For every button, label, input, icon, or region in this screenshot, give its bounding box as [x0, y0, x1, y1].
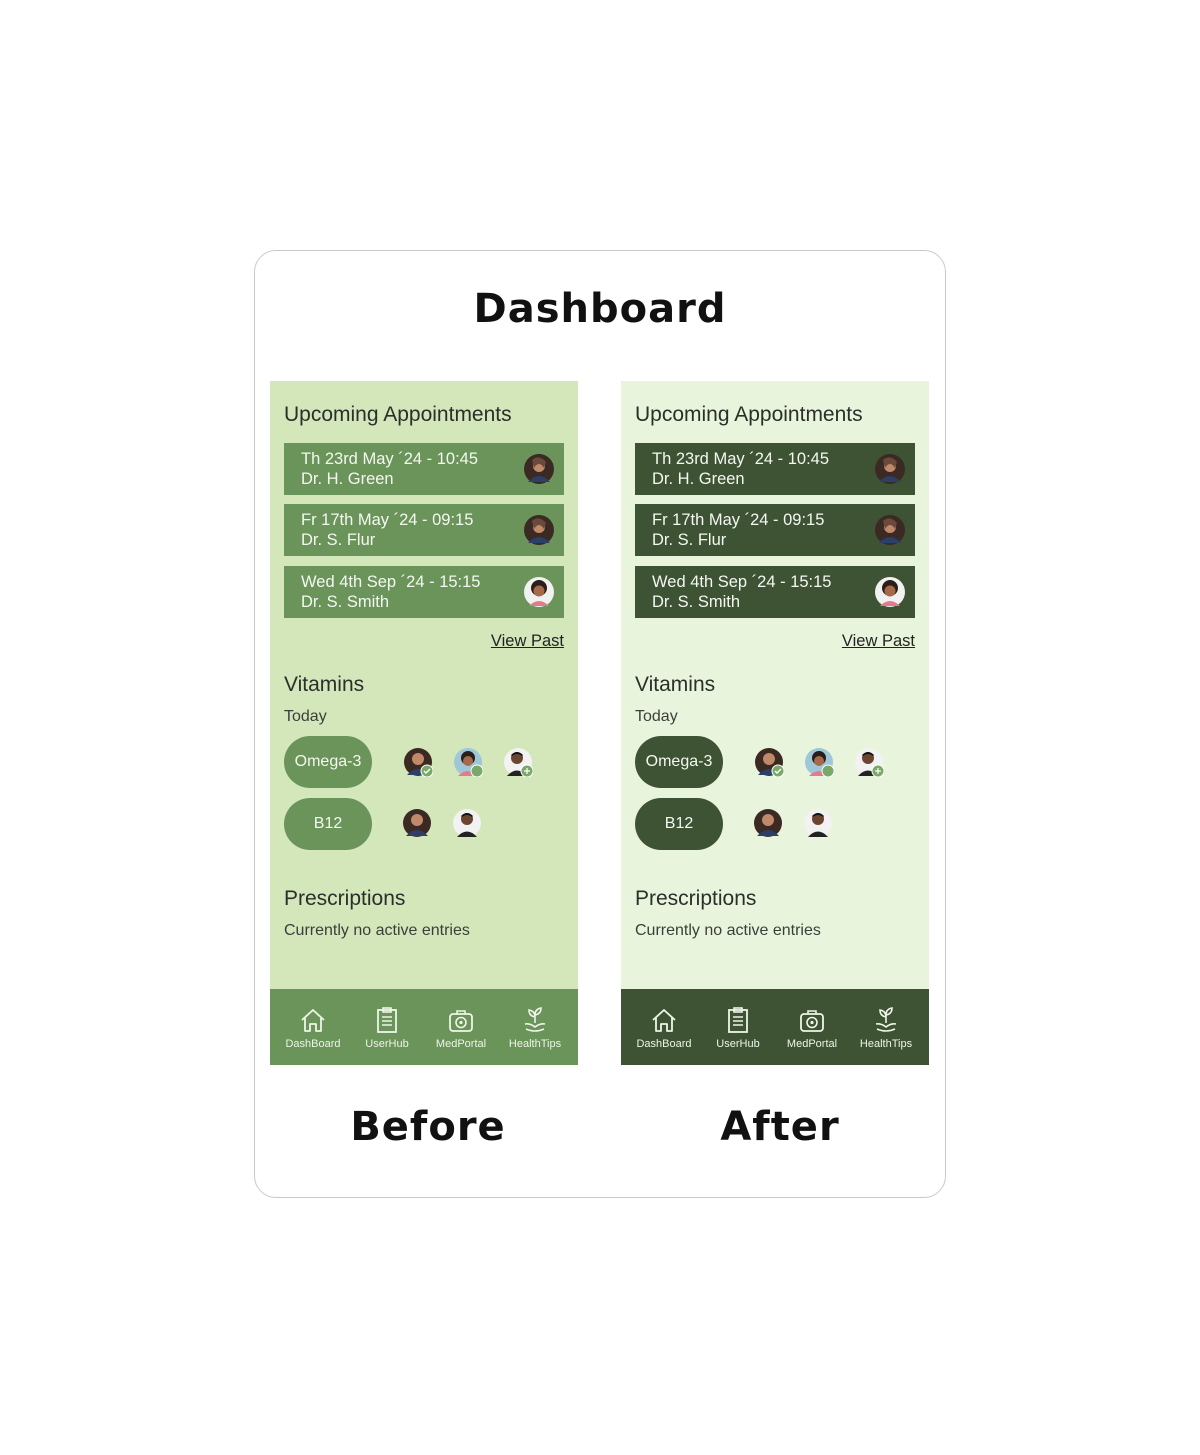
user-avatar-icon — [754, 809, 782, 837]
clipboard-icon — [377, 1006, 397, 1033]
plant-hand-icon — [524, 1006, 546, 1032]
prescriptions-empty-text: Currently no active entries — [284, 922, 470, 939]
nav-item-healthtips[interactable]: HealthTips — [851, 1005, 921, 1050]
home-icon — [301, 1008, 325, 1032]
appointment-card[interactable]: Th 23rd May ´24 - 10:45 Dr. H. Green — [635, 443, 915, 495]
appointment-card[interactable]: Wed 4th Sep ´24 - 15:15 Dr. S. Smith — [284, 566, 564, 618]
bottom-nav: DashBoard UserHub MedPortal HealthTips — [621, 989, 929, 1065]
doctor-avatar-icon — [875, 454, 905, 484]
appointments-title: Upcoming Appointments — [284, 403, 512, 426]
nav-label: MedPortal — [786, 1037, 838, 1050]
view-past-link[interactable]: View Past — [491, 632, 564, 651]
home-icon — [652, 1008, 676, 1032]
nav-item-dashboard[interactable]: DashBoard — [278, 1005, 348, 1050]
medical-kit-icon — [449, 1009, 473, 1032]
appointment-card[interactable]: Th 23rd May ´24 - 10:45 Dr. H. Green — [284, 443, 564, 495]
vitamin-pill-b12[interactable]: B12 — [284, 798, 372, 850]
medical-kit-icon — [800, 1009, 824, 1032]
user-avatar-icon — [805, 748, 834, 777]
view-past-link[interactable]: View Past — [842, 632, 915, 651]
doctor-avatar-icon — [875, 577, 905, 607]
dashboard-content: Upcoming Appointments Th 23rd May ´24 - … — [621, 381, 929, 989]
nav-label: DashBoard — [636, 1037, 692, 1050]
nav-label: HealthTips — [859, 1037, 913, 1050]
page-title: Dashboard — [473, 286, 727, 332]
doctor-avatar-icon — [524, 454, 554, 484]
nav-label: MedPortal — [435, 1037, 487, 1050]
prescriptions-title: Prescriptions — [635, 887, 757, 910]
nav-item-medportal[interactable]: MedPortal — [777, 1005, 847, 1050]
nav-item-medportal[interactable]: MedPortal — [426, 1005, 496, 1050]
phone-screen-after: Upcoming Appointments Th 23rd May ´24 - … — [621, 381, 929, 1065]
nav-label: HealthTips — [508, 1037, 562, 1050]
vitamin-pill-b12[interactable]: B12 — [635, 798, 723, 850]
doctor-avatar-icon — [524, 577, 554, 607]
variant-label-after: After — [720, 1104, 840, 1150]
bottom-nav: DashBoard UserHub MedPortal HealthTips — [270, 989, 578, 1065]
nav-item-dashboard[interactable]: DashBoard — [629, 1005, 699, 1050]
nav-item-userhub[interactable]: UserHub — [703, 1005, 773, 1050]
nav-label: UserHub — [365, 1037, 409, 1050]
prescriptions-empty-text: Currently no active entries — [635, 922, 821, 939]
nav-label: DashBoard — [285, 1037, 341, 1050]
doctor-avatar-icon — [524, 515, 554, 545]
nav-item-userhub[interactable]: UserHub — [352, 1005, 422, 1050]
vitamins-title: Vitamins — [284, 673, 365, 696]
user-avatar-icon — [804, 809, 832, 837]
phone-screen-before: Upcoming Appointments Th 23rd May ´24 - … — [270, 381, 578, 1065]
dashboard-content: Upcoming Appointments Th 23rd May ´24 - … — [270, 381, 578, 989]
prescriptions-title: Prescriptions — [284, 887, 406, 910]
vitamins-subtitle: Today — [635, 708, 678, 725]
user-avatar-icon — [755, 748, 784, 777]
plant-hand-icon — [875, 1006, 897, 1032]
clipboard-icon — [728, 1006, 748, 1033]
user-avatar-icon — [404, 748, 433, 777]
nav-item-healthtips[interactable]: HealthTips — [500, 1005, 570, 1050]
user-avatar-icon — [453, 809, 481, 837]
user-avatar-icon — [403, 809, 431, 837]
user-avatar-icon — [855, 748, 884, 777]
vitamin-pill-omega3[interactable]: Omega-3 — [284, 736, 372, 788]
vitamin-pill-omega3[interactable]: Omega-3 — [635, 736, 723, 788]
vitamins-subtitle: Today — [284, 708, 327, 725]
doctor-avatar-icon — [875, 515, 905, 545]
vitamins-title: Vitamins — [635, 673, 716, 696]
appointment-card[interactable]: Wed 4th Sep ´24 - 15:15 Dr. S. Smith — [635, 566, 915, 618]
appointments-title: Upcoming Appointments — [635, 403, 863, 426]
user-avatar-icon — [454, 748, 483, 777]
nav-label: UserHub — [716, 1037, 760, 1050]
appointment-card[interactable]: Fr 17th May ´24 - 09:15 Dr. S. Flur — [284, 504, 564, 556]
appointment-card[interactable]: Fr 17th May ´24 - 09:15 Dr. S. Flur — [635, 504, 915, 556]
user-avatar-icon — [504, 748, 533, 777]
variant-label-before: Before — [350, 1104, 506, 1150]
